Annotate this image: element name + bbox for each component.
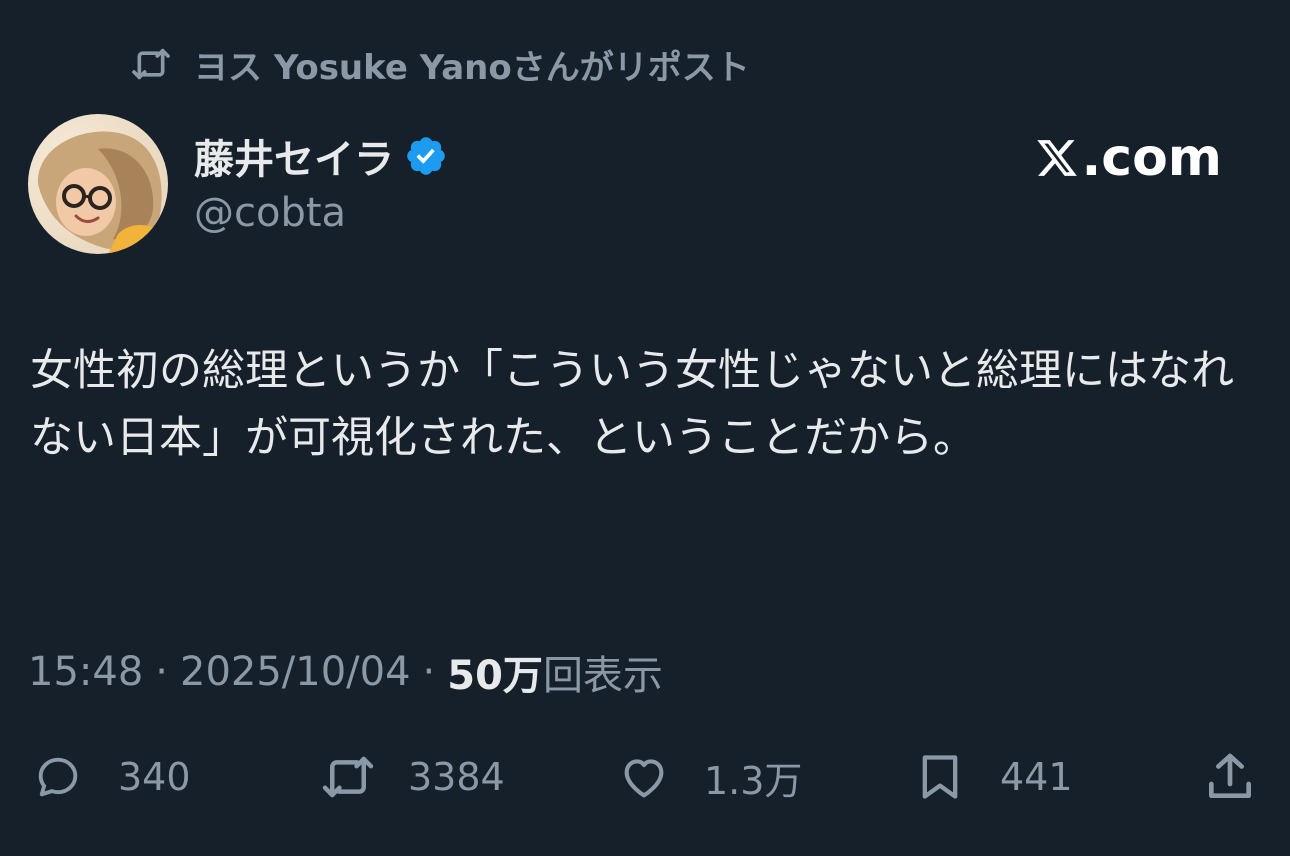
tweet-time[interactable]: 15:48 <box>28 649 143 695</box>
share-icon <box>1200 747 1260 807</box>
avatar[interactable] <box>28 114 168 254</box>
bookmark-icon <box>910 747 970 807</box>
tweet-date[interactable]: 2025/10/04 <box>180 649 411 695</box>
brand-logo: .com <box>1034 128 1223 188</box>
views-count[interactable]: 50万 <box>447 643 543 701</box>
bookmark-button[interactable]: 441 <box>910 742 1073 812</box>
reply-count: 340 <box>118 755 191 799</box>
author-handle[interactable]: @cobta <box>194 190 346 236</box>
tweet-meta: 15:48 · 2025/10/04 · 50万 回表示 <box>28 644 663 700</box>
x-logo-icon <box>1034 136 1082 180</box>
like-button[interactable]: 1.3万 <box>614 742 802 812</box>
reply-button[interactable]: 340 <box>28 742 191 812</box>
brand-domain: .com <box>1081 128 1223 188</box>
tweet-text: 女性初の総理というか「こういう女性じゃないと総理にはなれない日本」が可視化された… <box>30 346 1234 463</box>
author-name-row[interactable]: 藤井セイラ <box>194 128 448 184</box>
repost-button[interactable]: 3384 <box>318 742 505 812</box>
repost-icon <box>318 747 378 807</box>
author-display-name[interactable]: 藤井セイラ <box>194 127 394 185</box>
meta-separator: · <box>155 649 168 695</box>
like-count: 1.3万 <box>704 758 803 803</box>
repost-count: 3384 <box>408 755 505 799</box>
meta-separator: · <box>422 649 436 695</box>
avatar-image <box>28 114 168 254</box>
bookmark-count: 441 <box>1000 755 1073 799</box>
heart-icon <box>614 747 674 807</box>
repost-header[interactable]: ヨス Yosuke Yanoさんがリポスト <box>128 40 750 88</box>
verified-badge-icon <box>404 134 448 178</box>
share-button[interactable] <box>1200 742 1260 812</box>
action-bar: 340 3384 1.3万 441 <box>0 742 1290 812</box>
repost-header-text: ヨス Yosuke Yanoさんがリポスト <box>194 47 750 88</box>
views-label: 回表示 <box>542 653 663 699</box>
reply-icon <box>28 747 88 807</box>
repost-icon <box>128 41 174 87</box>
